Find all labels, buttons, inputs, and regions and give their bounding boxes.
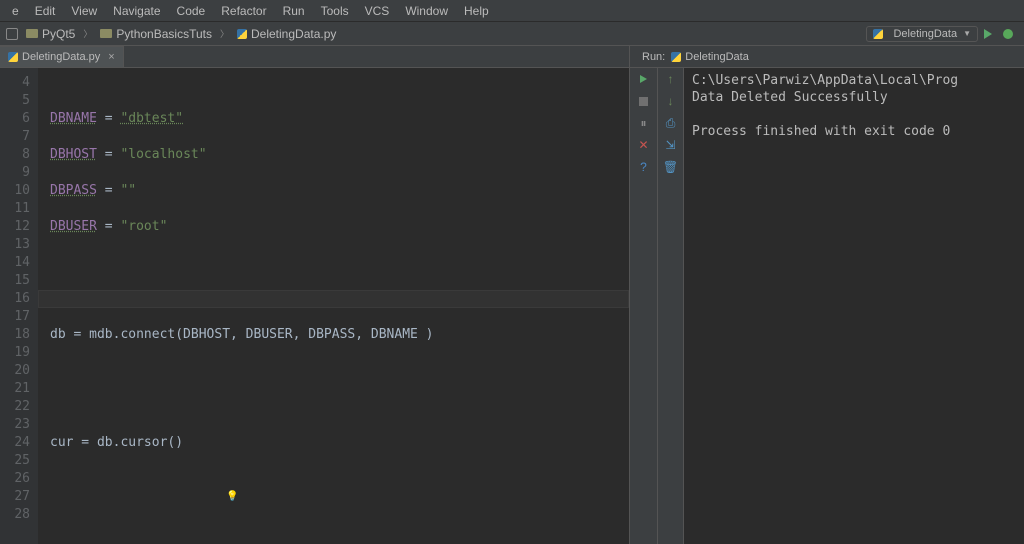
scroll-down-button[interactable]: ↓ xyxy=(664,94,678,108)
project-icon[interactable] xyxy=(6,28,18,40)
folder-icon xyxy=(100,29,112,38)
python-file-icon xyxy=(873,29,883,39)
python-file-icon xyxy=(8,52,18,62)
chevron-down-icon: ▼ xyxy=(963,29,971,38)
run-config-name: DeletingData xyxy=(685,51,749,63)
rerun-button[interactable] xyxy=(637,72,651,86)
bug-icon xyxy=(1003,29,1013,39)
breadcrumb-item-pyqt5[interactable]: PyQt5 xyxy=(22,27,79,41)
intention-bulb-icon[interactable]: 💡 xyxy=(226,488,238,506)
console-output[interactable]: C:\Users\Parwiz\AppData\Local\Prog Data … xyxy=(684,68,1024,544)
menu-edit[interactable]: Edit xyxy=(27,2,64,20)
close-run-button[interactable]: ✕ xyxy=(637,138,651,152)
menu-code[interactable]: Code xyxy=(169,2,214,20)
run-tool-header: Run: DeletingData xyxy=(630,46,1024,68)
run-actions-gutter-2: ↑ ↓ ⎙ ⇲ 🗑 xyxy=(658,68,684,544)
run-tool-window: Run: DeletingData ⏸ ✕ ? ↑ ↓ ⎙ ⇲ 🗑 C:\Use… xyxy=(630,46,1024,544)
soft-wrap-button[interactable]: ⎙ xyxy=(664,116,678,130)
run-body: ⏸ ✕ ? ↑ ↓ ⎙ ⇲ 🗑 C:\Users\Parwiz\AppData\… xyxy=(630,68,1024,544)
chevron-right-icon: 〉 xyxy=(216,27,233,40)
editor-tab-deletingdata[interactable]: DeletingData.py × xyxy=(0,46,124,67)
menu-vcs[interactable]: VCS xyxy=(357,2,398,20)
menu-navigate[interactable]: Navigate xyxy=(105,2,168,20)
breadcrumb-label: PyQt5 xyxy=(42,27,75,41)
editor-tab-label: DeletingData.py xyxy=(22,51,100,63)
menu-file[interactable]: e xyxy=(4,2,27,20)
debug-button[interactable] xyxy=(1000,26,1016,42)
editor-tab-bar: DeletingData.py × xyxy=(0,46,629,68)
export-button[interactable]: ⇲ xyxy=(664,138,678,152)
play-icon xyxy=(640,75,647,83)
navigation-toolbar: PyQt5 〉 PythonBasicsTuts 〉 DeletingData.… xyxy=(0,22,1024,46)
code-editor[interactable]: 4567891011121314151617181920212223242526… xyxy=(0,68,629,544)
breadcrumb-label: PythonBasicsTuts xyxy=(116,27,212,41)
run-button[interactable] xyxy=(980,26,996,42)
menu-help[interactable]: Help xyxy=(456,2,497,20)
clear-all-button[interactable]: 🗑 xyxy=(664,160,678,174)
stop-icon xyxy=(639,97,648,106)
scroll-up-button[interactable]: ↑ xyxy=(664,72,678,86)
folder-icon xyxy=(26,29,38,38)
menu-view[interactable]: View xyxy=(63,2,105,20)
run-config-label: DeletingData xyxy=(893,28,957,40)
menu-window[interactable]: Window xyxy=(397,2,456,20)
pause-button[interactable]: ⏸ xyxy=(637,116,651,130)
python-file-icon xyxy=(671,52,681,62)
help-button[interactable]: ? xyxy=(637,160,651,174)
run-label: Run: xyxy=(636,51,671,63)
play-icon xyxy=(984,29,992,39)
run-actions-gutter: ⏸ ✕ ? xyxy=(630,68,658,544)
python-file-icon xyxy=(237,29,247,39)
menu-tools[interactable]: Tools xyxy=(313,2,357,20)
menu-refactor[interactable]: Refactor xyxy=(213,2,274,20)
close-icon[interactable]: × xyxy=(108,51,114,63)
chevron-right-icon: 〉 xyxy=(79,27,96,40)
editor-panel: DeletingData.py × 4567891011121314151617… xyxy=(0,46,630,544)
main-split: DeletingData.py × 4567891011121314151617… xyxy=(0,46,1024,544)
breadcrumb-item-pythonbasics[interactable]: PythonBasicsTuts xyxy=(96,27,216,41)
line-number-gutter: 4567891011121314151617181920212223242526… xyxy=(0,68,38,544)
run-configuration-selector[interactable]: DeletingData ▼ xyxy=(866,26,978,42)
main-menu-bar: e Edit View Navigate Code Refactor Run T… xyxy=(0,0,1024,22)
stop-button[interactable] xyxy=(637,94,651,108)
code-area[interactable]: DBNAME = "dbtest" DBHOST = "localhost" D… xyxy=(38,68,629,544)
breadcrumb-item-file[interactable]: DeletingData.py xyxy=(233,27,340,41)
menu-run[interactable]: Run xyxy=(275,2,313,20)
breadcrumb-label: DeletingData.py xyxy=(251,27,336,41)
